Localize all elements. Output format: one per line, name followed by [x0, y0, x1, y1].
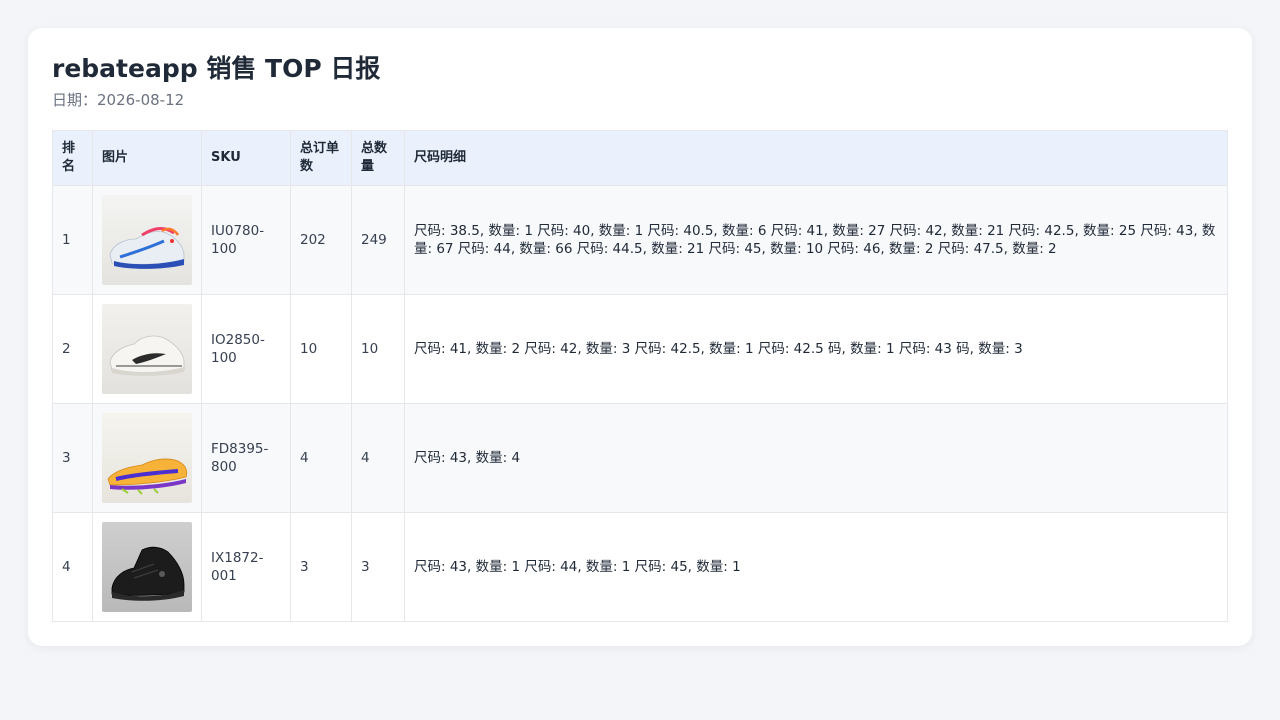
- table-row: 4 IX1872-001 3 3 尺码: 43, 数量: 1 尺码: 44, 数…: [52, 512, 1228, 622]
- sneaker-black-high-icon: [102, 522, 192, 612]
- rank-cell: 2: [52, 294, 93, 404]
- table-row: 2 IO2850-100 10 10 尺码: 41, 数量: 2 尺码: 42,…: [52, 294, 1228, 404]
- rank-cell: 4: [52, 512, 93, 622]
- qty-cell: 4: [351, 403, 405, 513]
- page-title: rebateapp 销售 TOP 日报: [52, 54, 381, 83]
- table-row: 3 FD8395-800 4 4 尺码: 43, 数量: 4: [52, 403, 1228, 513]
- sizes-cell: 尺码: 38.5, 数量: 1 尺码: 40, 数量: 1 尺码: 40.5, …: [404, 185, 1228, 295]
- sku-cell: IX1872-001: [201, 512, 291, 622]
- header-qty: 总数量: [351, 130, 405, 186]
- orders-cell: 202: [290, 185, 352, 295]
- orders-cell: 10: [290, 294, 352, 404]
- report-date: 日期：2026-08-12: [52, 91, 185, 109]
- header-rank: 排名: [52, 130, 93, 186]
- orders-cell: 4: [290, 403, 352, 513]
- image-cell: [92, 294, 202, 404]
- sku-cell: FD8395-800: [201, 403, 291, 513]
- image-cell: [92, 403, 202, 513]
- table-row: 1 IU0780-100 202 249 尺码: 38.5, 数量: 1 尺码:…: [52, 185, 1228, 295]
- sku-cell: IU0780-100: [201, 185, 291, 295]
- image-cell: [92, 512, 202, 622]
- report-card: rebateapp 销售 TOP 日报 日期：2026-08-12 排名 图片 …: [28, 28, 1252, 646]
- sizes-cell: 尺码: 41, 数量: 2 尺码: 42, 数量: 3 尺码: 42.5, 数量…: [404, 294, 1228, 404]
- sizes-cell: 尺码: 43, 数量: 4: [404, 403, 1228, 513]
- sizes-cell: 尺码: 43, 数量: 1 尺码: 44, 数量: 1 尺码: 45, 数量: …: [404, 512, 1228, 622]
- rank-cell: 3: [52, 403, 93, 513]
- qty-cell: 249: [351, 185, 405, 295]
- header-image: 图片: [92, 130, 202, 186]
- sneaker-white-blue-red-icon: [102, 195, 192, 285]
- qty-cell: 3: [351, 512, 405, 622]
- table-header-row: 排名 图片 SKU 总订单数 总数量 尺码明细: [52, 130, 1228, 186]
- spike-orange-purple-icon: [102, 413, 192, 503]
- rank-cell: 1: [52, 185, 93, 295]
- qty-cell: 10: [351, 294, 405, 404]
- sku-cell: IO2850-100: [201, 294, 291, 404]
- orders-cell: 3: [290, 512, 352, 622]
- sneaker-white-black-icon: [102, 304, 192, 394]
- header-orders: 总订单数: [290, 130, 352, 186]
- header-sizes: 尺码明细: [404, 130, 1228, 186]
- header-sku: SKU: [201, 130, 291, 186]
- image-cell: [92, 185, 202, 295]
- sales-table: 排名 图片 SKU 总订单数 总数量 尺码明细 1 IU0780-100 202…: [52, 130, 1228, 622]
